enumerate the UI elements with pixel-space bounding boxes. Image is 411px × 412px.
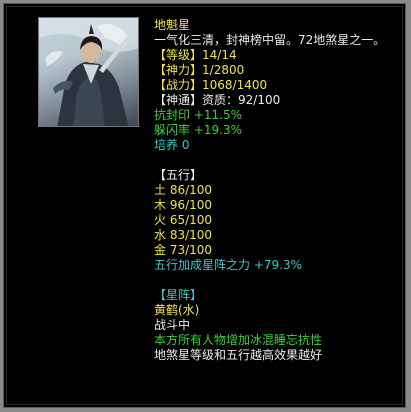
training-value: 0 (181, 138, 190, 152)
element-value: 96/100 (169, 198, 213, 212)
level-row: 【等级】14/14 (154, 48, 404, 63)
element-value: 73/100 (169, 243, 213, 257)
level-value: 14/14 (202, 48, 237, 62)
element-value: 65/100 (169, 213, 213, 227)
stat-value: +19.3% (193, 123, 243, 137)
elements-header: 【五行】 (154, 168, 203, 182)
combat-power-value: 1068/1400 (202, 78, 268, 92)
divine-power-row: 【神力】1/2800 (154, 63, 404, 78)
training-row: 培养 0 (154, 138, 404, 153)
element-label: 木 (154, 198, 167, 212)
elements-bonus-row: 五行加成星阵之力 +79.3% (154, 258, 404, 273)
character-portrait (38, 17, 139, 127)
stat-row: 抗封印 +11.5% (154, 108, 404, 123)
formation-header: 【星阵】 (154, 288, 203, 302)
element-row: 土 86/100 (154, 183, 404, 198)
character-description: 一气化三清，封神榜中留。72地煞星之一。 (154, 33, 386, 47)
level-label: 【等级】 (154, 48, 203, 62)
element-value: 86/100 (169, 183, 213, 197)
element-row: 火 65/100 (154, 213, 404, 228)
element-label: 土 (154, 183, 167, 197)
combat-power-label: 【战力】 (154, 78, 203, 92)
element-row: 水 83/100 (154, 228, 404, 243)
combat-power-row: 【战力】1068/1400 (154, 78, 404, 93)
element-row: 木 96/100 (154, 198, 404, 213)
formation-note: 地煞星等级和五行越高效果越好 (154, 348, 323, 362)
element-label: 金 (154, 243, 167, 257)
element-label: 火 (154, 213, 167, 227)
stat-row: 躲闪率 +19.3% (154, 123, 404, 138)
divine-power-value: 1/2800 (202, 63, 245, 77)
elements-bonus-label: 五行加成星阵之力 (154, 258, 251, 272)
elements-bonus-value: +79.3% (253, 258, 303, 272)
divine-power-label: 【神力】 (154, 63, 203, 77)
formation-name: 黄鹤(水) (154, 303, 200, 317)
formation-status: 战斗中 (154, 318, 191, 332)
divine-link-label: 【神通】 (154, 93, 203, 107)
info-column: 地魁星 一气化三清，封神榜中留。72地煞星之一。 【等级】14/14 【神力】1… (154, 18, 404, 363)
character-name: 地魁星 (154, 18, 191, 32)
portrait-figure-icon (39, 18, 138, 126)
stat-label: 抗封印 (154, 108, 191, 122)
training-label: 培养 (154, 138, 179, 152)
tooltip-panel: 地魁星 一气化三清，封神榜中留。72地煞星之一。 【等级】14/14 【神力】1… (3, 3, 406, 408)
element-value: 83/100 (169, 228, 213, 242)
divine-link-row: 【神通】资质：92/100 (154, 93, 404, 108)
element-label: 水 (154, 228, 167, 242)
divine-link-value: 资质：92/100 (202, 93, 281, 107)
stat-value: +11.5% (193, 108, 243, 122)
stat-label: 躲闪率 (154, 123, 191, 137)
element-row: 金 73/100 (154, 243, 404, 258)
formation-effect: 本方所有人物增加冰混睡忘抗性 (154, 333, 323, 347)
